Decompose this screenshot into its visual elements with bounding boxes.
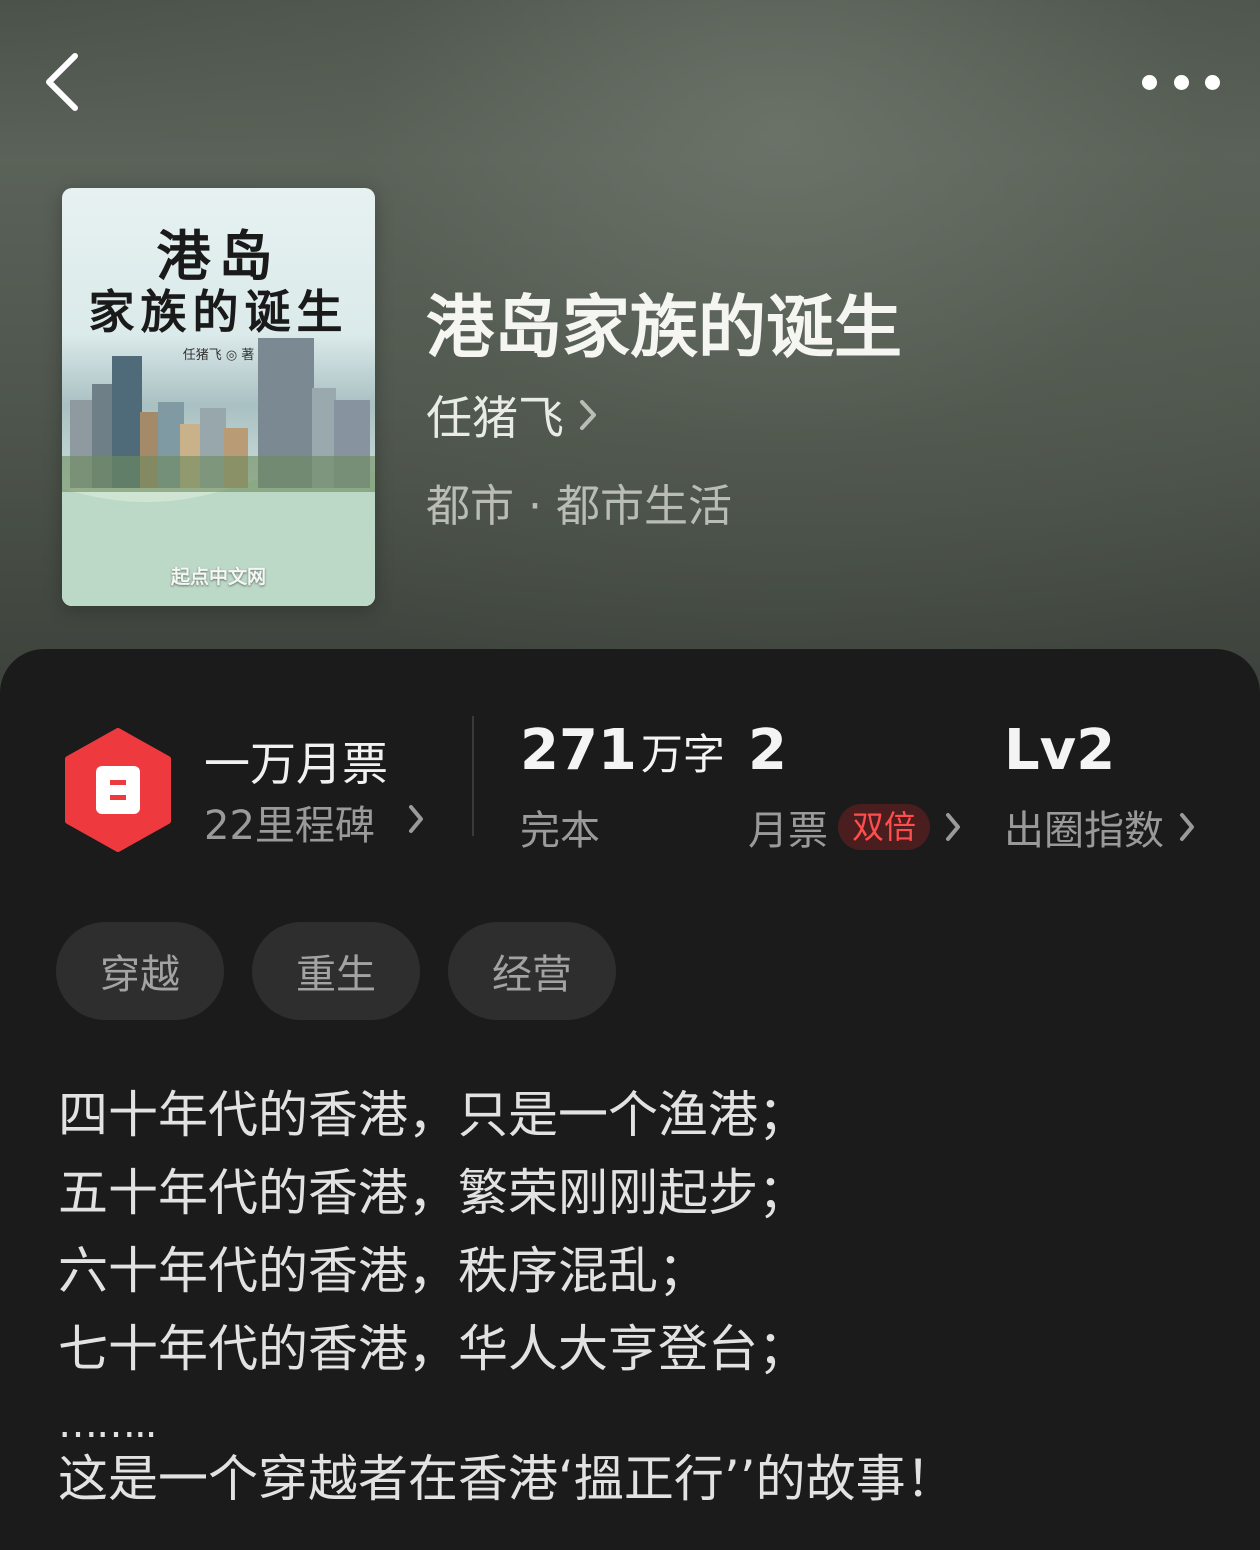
double-badge: 双倍 — [838, 804, 931, 850]
back-button[interactable] — [38, 52, 88, 112]
completion-status: 完本 — [520, 808, 600, 854]
more-options-button[interactable] — [1142, 58, 1220, 106]
book-genre[interactable]: 都市 · 都市生活 — [426, 470, 732, 534]
chevron-right-icon — [580, 400, 596, 430]
book-cover[interactable]: 港岛 家族的诞生 任猪飞 ◎ 著 起点中文网 — [62, 188, 375, 606]
monthly-ticket-link[interactable]: 月票 双倍 — [748, 800, 962, 854]
author-link[interactable]: 任猪飞 — [426, 385, 598, 445]
milestone-text: 22里程碑 — [204, 803, 375, 849]
chevron-right-icon — [408, 805, 423, 833]
word-count-unit: 万字 — [640, 730, 725, 779]
description-line: 四十年代的香港，只是一个渔港； — [58, 1086, 808, 1144]
popularity-index-label: 出圈指数 — [1004, 808, 1164, 854]
chevron-left-icon — [46, 53, 78, 111]
milestone-link[interactable]: 22里程碑 — [204, 796, 425, 849]
monthly-ticket-label: 月票 — [748, 808, 828, 854]
description-line: 七十年代的香港，华人大亨登台； — [58, 1320, 808, 1378]
tag-chip[interactable]: 重生 — [252, 922, 420, 1020]
more-dots-icon — [1142, 74, 1157, 90]
monthly-ticket-count: 2 — [748, 718, 787, 783]
tag-list: 穿越 重生 经营 — [56, 922, 616, 1020]
stats-divider — [472, 716, 474, 836]
word-count-value: 271 — [520, 718, 637, 783]
popularity-level: Lv2 — [1004, 718, 1116, 783]
ticket-hexagon-icon[interactable] — [62, 728, 174, 852]
author-name: 任猪飞 — [426, 391, 564, 445]
chevron-right-icon — [946, 813, 961, 841]
cover-publisher: 起点中文网 — [170, 566, 266, 588]
description-line: 五十年代的香港，繁荣刚刚起步； — [58, 1164, 808, 1222]
cover-author: 任猪飞 ◎ 著 — [182, 348, 255, 363]
description-line: 六十年代的香港，秩序混乱； — [58, 1242, 708, 1300]
book-title: 港岛家族的诞生 — [426, 288, 903, 368]
description-line: 这是一个穿越者在香港‘搵正行’’的故事！ — [58, 1450, 956, 1508]
cover-title-line2: 家族的诞生 — [88, 285, 349, 339]
chevron-right-icon — [1180, 813, 1194, 841]
tag-chip[interactable]: 经营 — [448, 922, 616, 1020]
tag-chip[interactable]: 穿越 — [56, 922, 224, 1020]
book-description[interactable]: 四十年代的香港，只是一个渔港； 五十年代的香港，繁荣刚刚起步； 六十年代的香港，… — [58, 1076, 1218, 1518]
award-title[interactable]: 一万月票 — [204, 728, 388, 794]
word-count: 271万字 — [520, 718, 725, 783]
popularity-index-link[interactable]: 出圈指数 — [1004, 800, 1196, 854]
